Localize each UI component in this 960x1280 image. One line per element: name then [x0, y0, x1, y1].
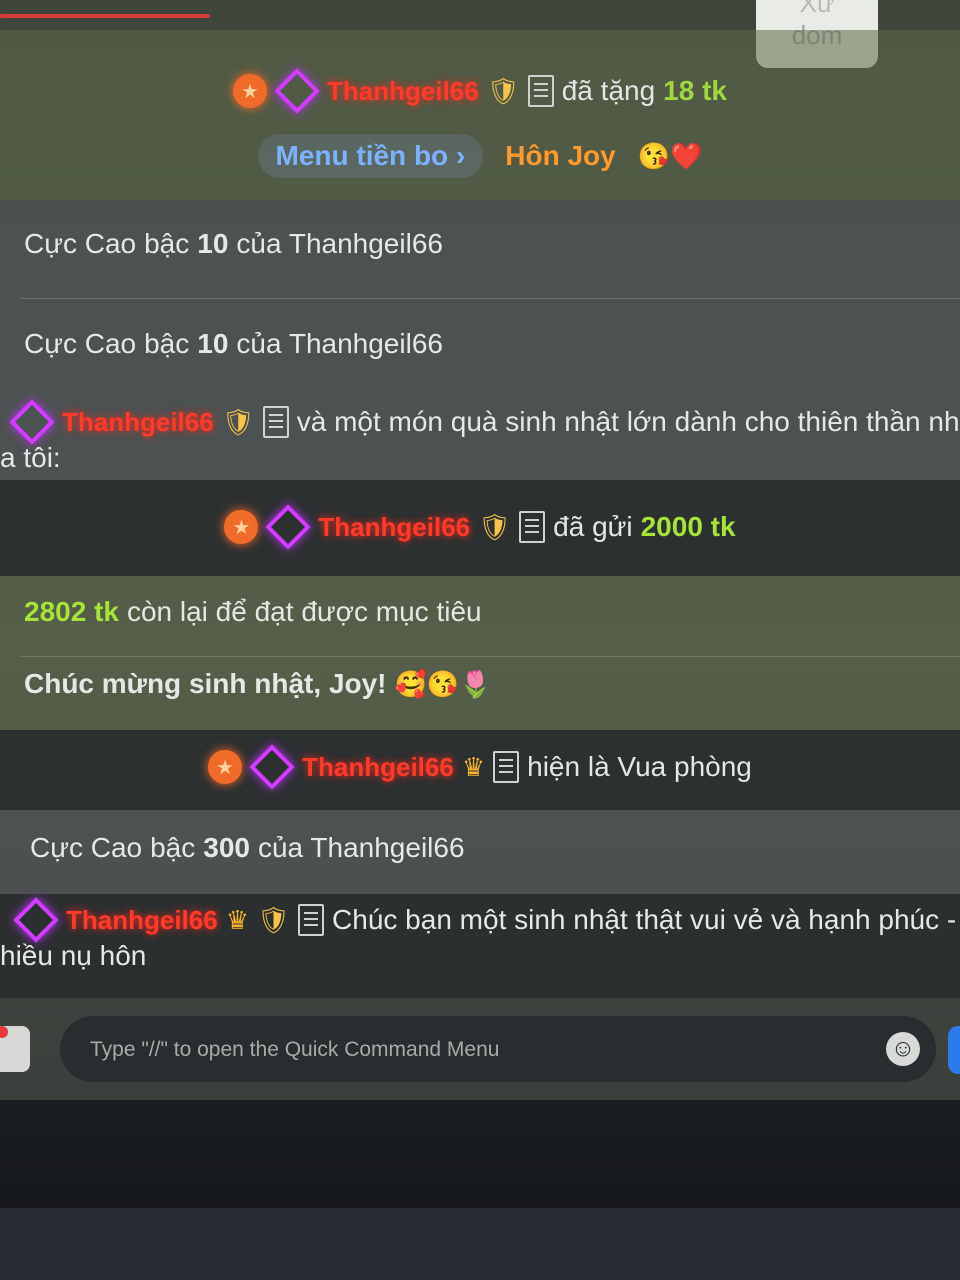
message-goal: 2802 tk còn lại để đạt được mục tiêu Chú… — [0, 576, 960, 730]
tier-line: Cực Cao bậc 10 của Thanhgeil66 — [24, 228, 443, 260]
message-tier: Cực Cao bậc 300 của Thanhgeil66 — [0, 810, 960, 894]
send-button[interactable] — [948, 1026, 960, 1074]
smiley-icon[interactable]: ☺ — [886, 1032, 920, 1066]
reaction-label: Hôn Joy — [505, 140, 616, 171]
chat-line: Thanhgeil66 🛡 và một món quà sinh nhật l… — [9, 399, 960, 445]
tier-mid: bậc — [144, 228, 190, 259]
message-composer: ☺ — [60, 1016, 936, 1084]
document-icon — [527, 75, 554, 107]
document-icon — [262, 406, 289, 438]
message-tier: Cực Cao bậc 10 của Thanhgeil66 — [0, 200, 960, 300]
message-chat: Thanhgeil66 🛡 và một món quà sinh nhật l… — [0, 396, 960, 480]
goal-note: Chúc mừng sinh nhật, Joy! — [24, 668, 387, 699]
diamond-badge-icon — [249, 744, 295, 790]
tier-prefix: Cực Cao — [30, 832, 143, 863]
reaction-emojis: 😘❤️ — [637, 140, 703, 171]
username[interactable]: Thanhgeil66 — [62, 407, 214, 438]
chat-text-cont: hiều nụ hôn — [0, 940, 147, 971]
monitor-stand-strip — [0, 1208, 960, 1280]
diamond-badge-icon — [265, 504, 312, 550]
tip-menu-label: Menu tiền bo — [275, 140, 449, 171]
crown-icon: ♛ — [461, 751, 486, 782]
divider — [20, 298, 960, 299]
notification-dot — [0, 1026, 8, 1038]
goal-emojis: 🥰😘🌷 — [394, 668, 492, 699]
star-badge-icon: ★ — [224, 510, 259, 544]
chat-line: Thanhgeil66 ♛ 🛡 Chúc bạn một sinh nhật t… — [13, 897, 957, 943]
chat-text-cont: a tôi: — [0, 442, 61, 473]
tier-line: Cực Cao bậc 300 của Thanhgeil66 — [30, 832, 465, 864]
message-input[interactable] — [88, 1016, 852, 1084]
gift-button[interactable] — [0, 1026, 30, 1072]
diamond-badge-icon — [9, 399, 55, 445]
divider — [20, 656, 960, 657]
tier-line: Cực Cao bậc 10 của Thanhgeil66 — [24, 328, 443, 360]
gift-actions: Menu tiền bo › Hôn Joy 😘❤️ — [0, 134, 960, 178]
goal-text: còn lại để đạt được mục tiêu — [126, 596, 482, 627]
gift-amount: 2000 tk — [640, 511, 736, 542]
username[interactable]: Thanhgeil66 — [66, 905, 218, 936]
tier-level: 10 — [197, 328, 229, 359]
tier-prefix: Cực Cao — [24, 328, 137, 359]
gift-line: ★ Thanhgeil66 🛡 đã gửi 2000 tk — [0, 504, 960, 550]
document-icon — [298, 904, 325, 936]
diamond-badge-icon — [274, 68, 320, 114]
chat-screen: Xử dom ★ Thanhgeil66 🛡 đã tặng 18 tk Men… — [0, 0, 960, 1100]
message-chat: Thanhgeil66 ♛ 🛡 Chúc bạn một sinh nhật t… — [0, 894, 960, 998]
chat-text: Chúc bạn một sinh nhật thật vui vẻ và hạ… — [332, 904, 957, 935]
tip-menu-button[interactable]: Menu tiền bo › — [257, 134, 484, 178]
gift-line: ★ Thanhgeil66 🛡 đã tặng 18 tk — [0, 68, 960, 114]
crown-icon: ♛ — [225, 904, 250, 935]
king-text: hiện là Vua phòng — [527, 751, 752, 782]
tier-suffix: của Thanhgeil66 — [236, 328, 443, 359]
message-gift: ★ Thanhgeil66 🛡 đã tặng 18 tk Menu tiền … — [0, 30, 960, 200]
shield-icon: 🛡 — [478, 511, 512, 542]
diamond-badge-icon — [13, 897, 59, 943]
goal-amount: 2802 tk — [24, 596, 119, 627]
tier-mid: bậc — [144, 328, 190, 359]
progress-indicator — [0, 14, 210, 18]
shield-icon: 🛡 — [257, 904, 291, 935]
chat-line-2: a tôi: — [0, 442, 61, 474]
message-king: ★ Thanhgeil66 ♛ hiện là Vua phòng — [0, 730, 960, 810]
gift-amount: 18 tk — [663, 75, 727, 106]
star-badge-icon: ★ — [208, 750, 243, 784]
chat-text: và một món quà sinh nhật lớn dành cho th… — [296, 406, 960, 437]
message-tier: Cực Cao bậc 10 của Thanhgeil66 — [0, 300, 960, 396]
goal-line: 2802 tk còn lại để đạt được mục tiêu — [24, 596, 482, 628]
goal-note-line: Chúc mừng sinh nhật, Joy! 🥰😘🌷 — [24, 668, 492, 700]
chat-line-2: hiều nụ hôn — [0, 940, 146, 972]
tier-level: 300 — [203, 832, 250, 863]
tier-suffix: của Thanhgeil66 — [257, 832, 465, 863]
shield-icon: 🛡 — [486, 75, 520, 106]
document-icon — [519, 511, 546, 543]
tier-suffix: của Thanhgeil66 — [236, 228, 443, 259]
username[interactable]: Thanhgeil66 — [302, 752, 454, 783]
king-line: ★ Thanhgeil66 ♛ hiện là Vua phòng — [0, 744, 960, 790]
chevron-right-icon: › — [455, 140, 466, 171]
username[interactable]: Thanhgeil66 — [318, 512, 470, 543]
star-badge-icon: ★ — [233, 74, 268, 108]
shield-icon: 🛡 — [221, 406, 255, 437]
tier-level: 10 — [197, 228, 229, 259]
gift-text: đã tặng — [561, 75, 656, 106]
document-icon — [493, 751, 520, 783]
tier-mid: bậc — [150, 832, 196, 863]
tier-prefix: Cực Cao — [24, 228, 137, 259]
message-gift: ★ Thanhgeil66 🛡 đã gửi 2000 tk — [0, 480, 960, 576]
dom-button-top: Xử — [799, 0, 835, 18]
gift-text: đã gửi — [553, 511, 633, 542]
username[interactable]: Thanhgeil66 — [327, 76, 479, 107]
